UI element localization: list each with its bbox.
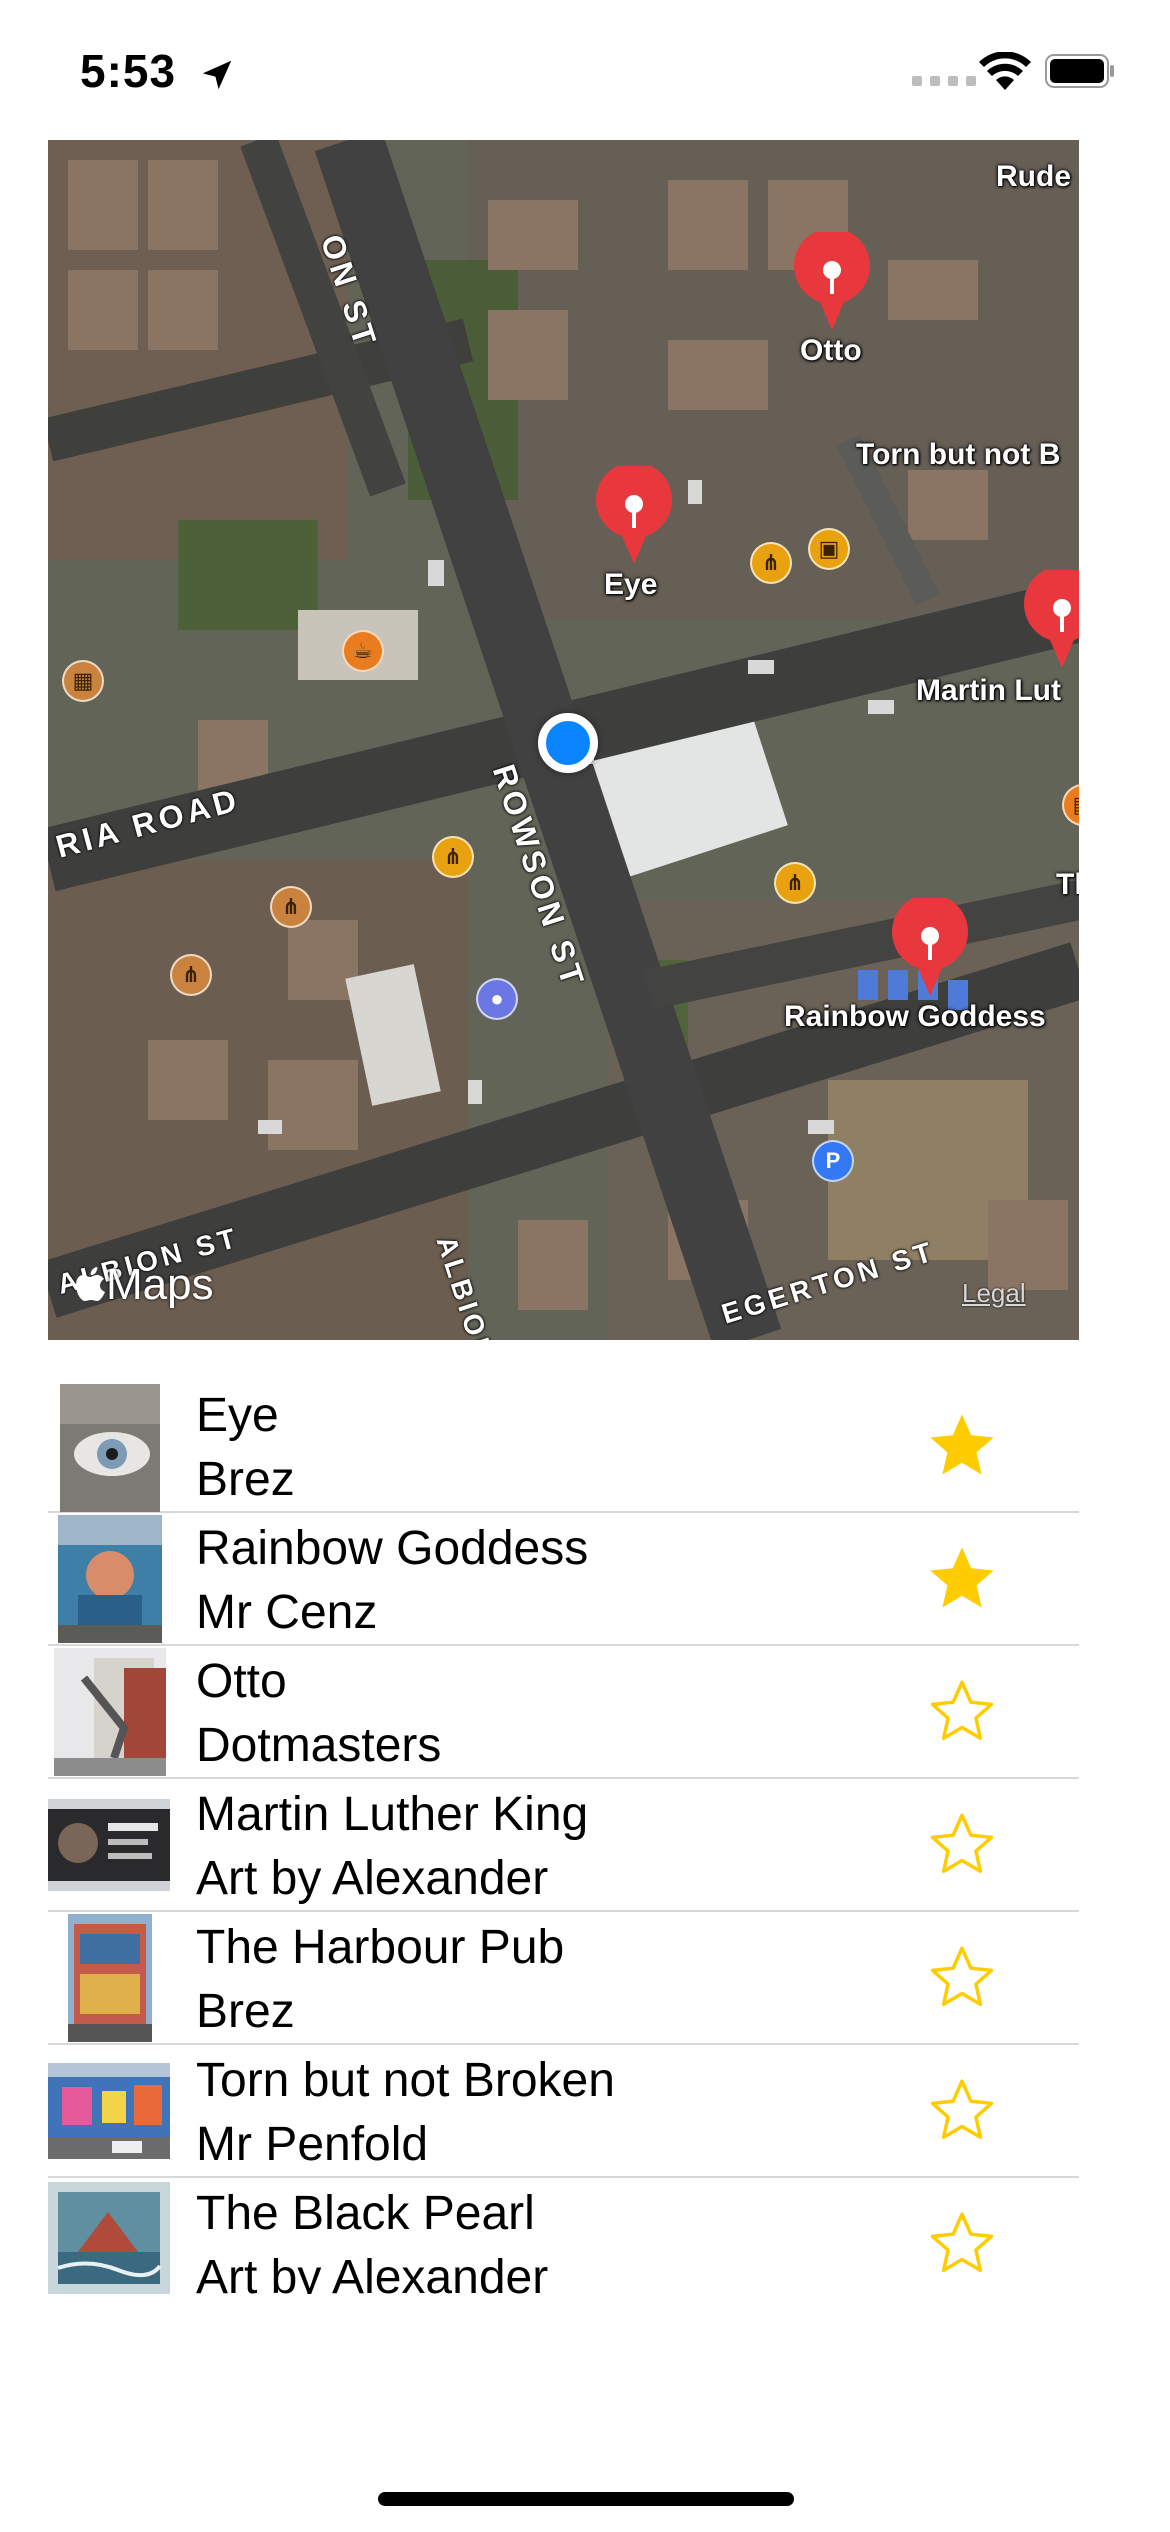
list-item[interactable]: The Harbour Pub Brez <box>48 1912 1079 2045</box>
map-label-edge: Torn but not B <box>856 438 1061 471</box>
map-pin-icon[interactable] <box>592 466 676 566</box>
star-outline-icon[interactable] <box>924 1674 1000 1750</box>
poi-art-icon[interactable]: ⋔ <box>774 862 816 904</box>
list-item[interactable]: The Black Pearl Art by Alexander <box>48 2178 1079 2294</box>
artwork-title: Otto <box>196 1655 287 1708</box>
apple-logo-icon <box>76 1267 105 1301</box>
artwork-thumbnail <box>58 1515 162 1643</box>
poi-parking-icon[interactable]: P <box>812 1140 854 1182</box>
apple-maps-logo: Maps <box>76 1260 214 1310</box>
map-pin-icon[interactable] <box>888 898 972 998</box>
battery-icon <box>1045 54 1114 88</box>
poi-hotel-icon[interactable]: ▦ <box>62 660 104 702</box>
list-item[interactable]: Otto Dotmasters <box>48 1646 1079 1779</box>
artwork-title: Rainbow Goddess <box>196 1522 589 1575</box>
star-outline-icon[interactable] <box>924 1940 1000 2016</box>
list-item[interactable]: Eye Brez <box>48 1380 1079 1513</box>
artwork-thumbnail <box>60 1384 160 1512</box>
status-time: 5:53 <box>80 45 177 97</box>
map-label-edge: Th <box>1056 868 1079 901</box>
artwork-title: Eye <box>196 1389 279 1442</box>
artwork-thumbnail <box>48 2063 170 2159</box>
artwork-artist: Mr Penfold <box>196 2118 429 2171</box>
location-arrow-icon <box>202 60 232 90</box>
map-view[interactable]: ON ST ROWSON ST RIA ROAD ALBION ST ALBIO… <box>48 140 1079 1340</box>
artwork-title: Martin Luther King <box>196 1788 589 1841</box>
user-location-dot <box>538 713 598 773</box>
artwork-thumbnail <box>54 1648 166 1776</box>
star-filled-icon[interactable] <box>924 1408 1000 1484</box>
artwork-artist: Brez <box>196 1453 295 1506</box>
map-pin-icon[interactable] <box>790 232 874 332</box>
artwork-artist: Mr Cenz <box>196 1586 378 1639</box>
artwork-thumbnail <box>48 1799 170 1891</box>
map-pin-icon[interactable] <box>1020 570 1079 670</box>
map-pin-label: Otto <box>800 334 862 367</box>
list-item[interactable]: Rainbow Goddess Mr Cenz <box>48 1513 1079 1646</box>
artwork-title: The Black Pearl <box>196 2187 535 2240</box>
artwork-artist: Art by Alexander <box>196 1852 549 1905</box>
maps-logo-text: Maps <box>106 1260 214 1309</box>
cellular-signal-icon <box>912 76 976 86</box>
artwork-artist: Brez <box>196 1985 295 2038</box>
artwork-thumbnail <box>68 1914 152 2042</box>
artwork-artist: Art by Alexander <box>196 2251 549 2294</box>
map-label-edge: Rude <box>996 160 1071 193</box>
map-pin-label: Eye <box>604 568 658 601</box>
wifi-icon <box>979 52 1031 90</box>
legal-link[interactable]: Legal <box>962 1278 1026 1309</box>
artwork-title: Torn but not Broken <box>196 2054 615 2107</box>
list-item[interactable]: Martin Luther King Art by Alexander <box>48 1779 1079 1912</box>
poi-cafe-icon[interactable]: ☕ <box>342 630 384 672</box>
star-filled-icon[interactable] <box>924 1541 1000 1617</box>
status-bar: 5:53 <box>0 0 1170 140</box>
list-item[interactable]: Torn but not Broken Mr Penfold <box>48 2045 1079 2178</box>
poi-art-icon[interactable]: ⋔ <box>750 542 792 584</box>
poi-art-icon[interactable]: ⋔ <box>270 886 312 928</box>
poi-art-icon[interactable]: ⋔ <box>170 954 212 996</box>
poi-shopping-icon[interactable]: ▣ <box>808 528 850 570</box>
star-outline-icon[interactable] <box>924 2206 1000 2282</box>
map-pin-label: Martin Lut <box>916 674 1061 707</box>
poi-art-icon[interactable]: ⋔ <box>432 836 474 878</box>
artwork-thumbnail <box>48 2182 170 2294</box>
artwork-list: Eye Brez Rainbow Goddess Mr Cenz Otto Do… <box>48 1380 1079 2294</box>
home-indicator[interactable] <box>378 2492 794 2506</box>
star-outline-icon[interactable] <box>924 1807 1000 1883</box>
map-pin-label: Rainbow Goddess <box>784 1000 1046 1033</box>
artwork-artist: Dotmasters <box>196 1719 442 1772</box>
poi-transit-icon[interactable]: ● <box>476 978 518 1020</box>
artwork-title: The Harbour Pub <box>196 1921 565 1974</box>
star-outline-icon[interactable] <box>924 2073 1000 2149</box>
